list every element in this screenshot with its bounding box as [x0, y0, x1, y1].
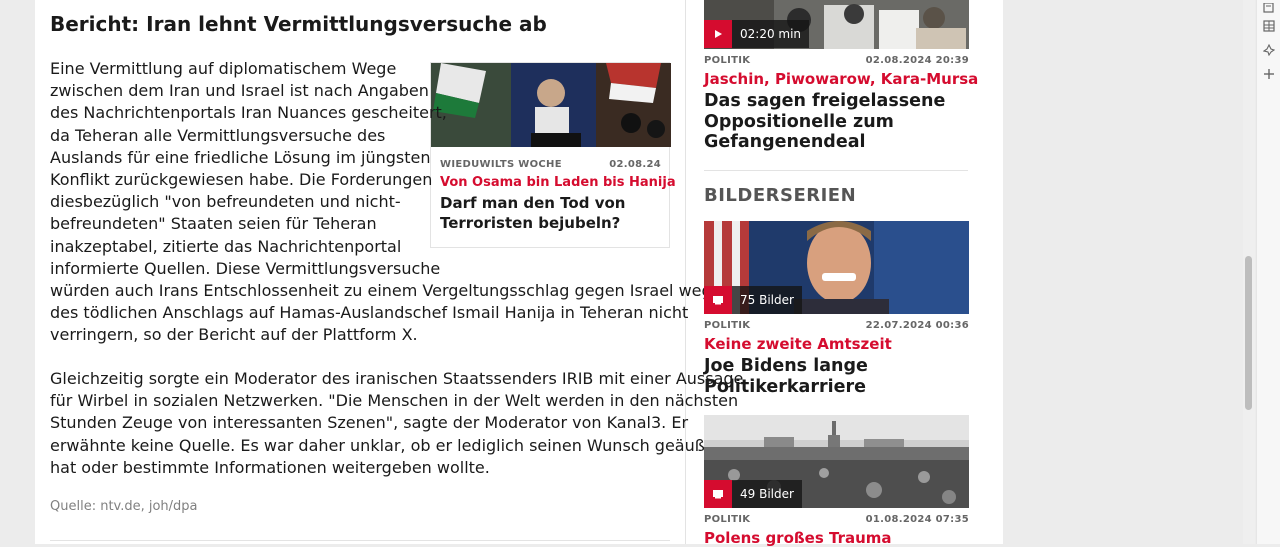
- paragraph-line: informierte Quellen. Diese Vermittlungsv…: [50, 258, 441, 278]
- section-title-bilderserien: BILDERSERIEN: [704, 185, 857, 206]
- scrollbar-thumb[interactable]: [1245, 256, 1252, 410]
- paragraph-line: des Nachrichtenportals Iran Nuances gesc…: [50, 103, 447, 123]
- gallery-kicker[interactable]: Polens großes Trauma: [704, 529, 892, 547]
- gallery-date: 01.08.2024 07:35: [865, 514, 969, 525]
- paragraph-line: des tödlichen Anschlags auf Hamas-Auslan…: [50, 303, 689, 323]
- pin-icon[interactable]: [1261, 42, 1277, 58]
- gallery-count: 75 Bilder: [740, 293, 794, 307]
- gallery-date: 22.07.2024 00:36: [865, 320, 969, 331]
- table-icon[interactable]: [1261, 18, 1277, 34]
- gallery-kicker[interactable]: Keine zweite Amtszeit: [704, 335, 892, 353]
- play-icon: [704, 20, 732, 48]
- paragraph-line: würden auch Irans Entschlossenheit zu ei…: [50, 281, 732, 301]
- gallery-count: 49 Bilder: [740, 487, 794, 501]
- divider: [50, 540, 670, 541]
- paragraph-line: verringern, so der Bericht auf der Platt…: [50, 325, 418, 345]
- video-duration-badge: 02:20 min: [704, 20, 810, 48]
- paragraph-line: Eine Vermittlung auf diplomatischem Wege: [50, 59, 397, 78]
- article-source: Quelle: ntv.de, joh/dpa: [50, 499, 198, 514]
- article-paragraph-1: Eine Vermittlung auf diplomatischem Wege…: [50, 58, 732, 347]
- paragraph-line: diesbezüglich "von befreundeten und nich…: [50, 192, 401, 212]
- video-kicker[interactable]: Jaschin, Piwowarow, Kara-Mursa: [704, 70, 978, 88]
- gallery-meta: POLITIK 01.08.2024 07:35: [704, 514, 969, 525]
- article-paragraph-2: Gleichzeitig sorgte ein Moderator des ir…: [50, 368, 743, 479]
- paragraph-line: da Teheran alle Vermittlungsversuche des: [50, 125, 386, 145]
- gallery-thumbnail-biden[interactable]: 75 Bilder: [704, 221, 969, 314]
- gallery-icon: [704, 286, 732, 314]
- plus-icon[interactable]: [1261, 66, 1277, 82]
- paragraph-line: Auslands für eine friedliche Lösung im j…: [50, 147, 431, 167]
- gallery-icon: [704, 480, 732, 508]
- video-thumbnail[interactable]: 02:20 min: [704, 0, 969, 49]
- gallery-category: POLITIK: [704, 320, 751, 331]
- video-title[interactable]: Das sagen freigelassene Oppositionelle z…: [704, 91, 964, 153]
- video-duration: 02:20 min: [740, 27, 802, 41]
- paragraph-line: erwähnte keine Quelle. Es war daher unkl…: [50, 435, 728, 455]
- paragraph-line: zwischen dem Iran und Israel ist nach An…: [50, 81, 429, 101]
- paragraph-line: inakzeptabel, zitierte das Nachrichtenpo…: [50, 236, 402, 256]
- paragraph-line: hat oder bestimmte Informationen weiterg…: [50, 457, 490, 477]
- paragraph-line: Gleichzeitig sorgte ein Moderator des ir…: [50, 369, 744, 388]
- paragraph-line: für Wirbel in sozialen Netzwerken. "Die …: [50, 391, 739, 411]
- paragraph-line: befreundeten" Staaten seien für Teheran: [50, 214, 377, 234]
- article-headline: Bericht: Iran lehnt Vermittlungsversuche…: [50, 12, 547, 36]
- video-category: POLITIK: [704, 55, 751, 66]
- note-icon[interactable]: [1261, 0, 1277, 16]
- gallery-count-badge: 49 Bilder: [704, 480, 802, 508]
- paragraph-line: Konflikt zurückgewiesen habe. Die Forder…: [50, 170, 433, 190]
- gallery-thumbnail-ruins[interactable]: 49 Bilder: [704, 415, 969, 508]
- video-meta: POLITIK 02.08.2024 20:39: [704, 55, 969, 66]
- gallery-meta: POLITIK 22.07.2024 00:36: [704, 320, 969, 331]
- gallery-title[interactable]: Joe Bidens lange Politikerkarriere: [704, 356, 964, 397]
- browser-side-toolbar: [1256, 0, 1280, 544]
- video-date: 02.08.2024 20:39: [865, 55, 969, 66]
- divider: [704, 170, 968, 171]
- paragraph-line: Stunden Zeuge von interessanten Szenen",…: [50, 413, 689, 433]
- gallery-count-badge: 75 Bilder: [704, 286, 802, 314]
- gallery-category: POLITIK: [704, 514, 751, 525]
